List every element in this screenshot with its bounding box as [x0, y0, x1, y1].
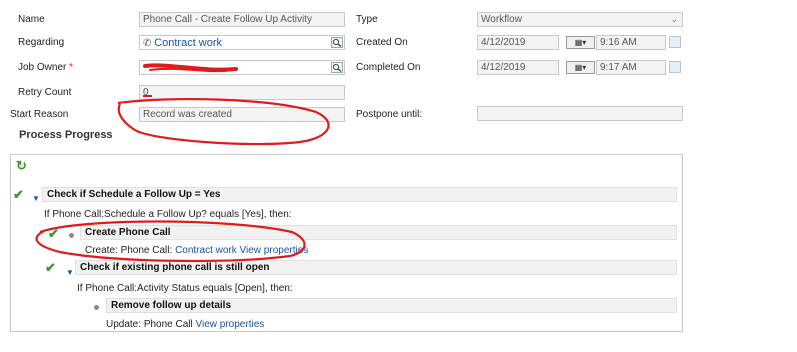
bullet-icon: [94, 305, 99, 310]
completed-on-time-field[interactable]: 9:17 AM: [596, 60, 666, 75]
type-select[interactable]: Workflow ⌄: [477, 12, 683, 27]
step-remove-follow-up[interactable]: Remove follow up details: [106, 298, 677, 313]
retry-count-label: Retry Count: [18, 87, 72, 98]
time-picker-icon[interactable]: [669, 61, 681, 73]
regarding-link[interactable]: Contract work: [154, 37, 222, 49]
step-create-phone-call[interactable]: Create Phone Call: [80, 225, 677, 240]
completed-on-date-field[interactable]: 4/12/2019: [477, 60, 559, 75]
process-progress-panel: ↻ ✔ ▼ Check if Schedule a Follow Up = Ye…: [10, 154, 683, 332]
type-label: Type: [356, 14, 378, 25]
time-picker-icon[interactable]: [669, 36, 681, 48]
lookup-icon[interactable]: [331, 62, 343, 73]
step-check-existing-call[interactable]: Check if existing phone call is still op…: [75, 260, 677, 275]
process-progress-title: Process Progress: [19, 129, 113, 141]
type-value: Workflow: [481, 14, 522, 25]
name-field[interactable]: Phone Call - Create Follow Up Activity: [139, 12, 345, 27]
checkmark-icon: ✔: [13, 187, 24, 202]
created-on-date-field[interactable]: 4/12/2019: [477, 35, 559, 50]
checkmark-icon: ✔: [45, 260, 56, 275]
checkmark-icon: ✔: [48, 226, 59, 241]
start-reason-field[interactable]: Record was created: [139, 107, 345, 122]
lookup-icon[interactable]: [331, 37, 343, 48]
created-on-label: Created On: [356, 37, 408, 48]
postpone-field[interactable]: [477, 106, 683, 121]
step-check-follow-up[interactable]: Check if Schedule a Follow Up = Yes: [42, 187, 677, 202]
phone-icon: ✆: [143, 38, 152, 49]
job-owner-field[interactable]: [139, 60, 345, 75]
completed-on-label: Completed On: [356, 62, 421, 73]
view-properties-link[interactable]: View properties: [240, 245, 309, 256]
job-owner-label: Job Owner *: [18, 62, 74, 73]
calendar-button[interactable]: ▦▾: [566, 36, 595, 49]
created-on-time-field[interactable]: 9:16 AM: [596, 35, 666, 50]
start-reason-label: Start Reason: [10, 109, 69, 120]
step-action: Update: Phone Call View properties: [106, 319, 265, 330]
collapse-icon[interactable]: ▼: [66, 269, 74, 277]
name-label: Name: [18, 14, 45, 25]
view-properties-link[interactable]: View properties: [196, 319, 265, 330]
postpone-label: Postpone until:: [356, 109, 423, 120]
step-condition: If Phone Call:Schedule a Follow Up? equa…: [44, 209, 292, 220]
regarding-label: Regarding: [18, 37, 65, 48]
collapse-icon[interactable]: ▼: [32, 195, 40, 203]
step-action: Create: Phone Call: Contract work View p…: [85, 245, 309, 256]
calendar-button[interactable]: ▦▾: [566, 61, 595, 74]
chevron-down-icon: ⌄: [670, 14, 678, 24]
contract-work-link[interactable]: Contract work: [175, 245, 237, 256]
regarding-field[interactable]: ✆ Contract work: [139, 35, 345, 50]
retry-count-field[interactable]: 0: [139, 85, 345, 100]
bullet-icon: [69, 233, 74, 238]
refresh-icon[interactable]: ↻: [16, 158, 27, 174]
step-condition: If Phone Call:Activity Status equals [Op…: [77, 283, 293, 294]
required-marker: *: [69, 62, 74, 73]
